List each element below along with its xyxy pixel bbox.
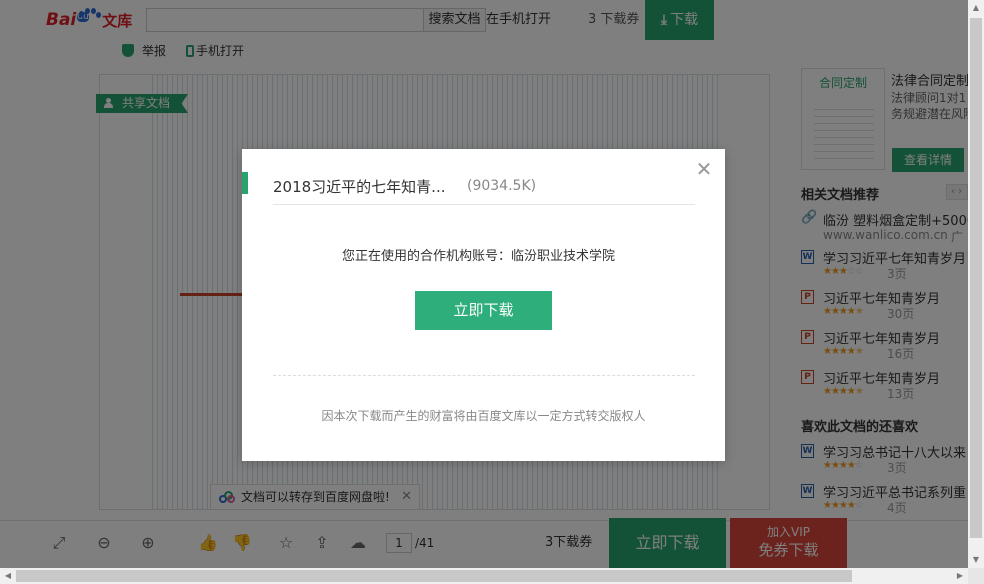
- horizontal-scroll-thumb[interactable]: [16, 570, 852, 582]
- vertical-scrollbar[interactable]: ▲ ▼: [968, 0, 984, 568]
- download-dialog: 2018习近平的七年知青... (9034.5K) ✕ 您正在使用的合作机构账号…: [242, 149, 725, 461]
- close-icon[interactable]: ✕: [694, 159, 714, 179]
- title-accent-bar: [242, 172, 248, 194]
- file-size: (9034.5K): [467, 178, 537, 194]
- vertical-scroll-thumb[interactable]: [970, 18, 982, 538]
- scrollbar-corner: [968, 568, 984, 584]
- dialog-title: 2018习近平的七年知青...: [273, 178, 446, 196]
- horizontal-scrollbar[interactable]: ◀ ▶: [0, 568, 968, 584]
- institution-account-text: 您正在使用的合作机构账号：临汾职业技术学院: [341, 249, 615, 264]
- scroll-right-icon[interactable]: ▶: [952, 568, 968, 584]
- modal-backdrop-bottom[interactable]: [0, 520, 968, 568]
- scroll-up-icon[interactable]: ▲: [968, 0, 984, 16]
- scroll-left-icon[interactable]: ◀: [0, 568, 16, 584]
- download-now-button[interactable]: 立即下载: [415, 291, 552, 330]
- scroll-down-icon[interactable]: ▼: [968, 552, 984, 568]
- divider: [273, 204, 695, 205]
- dashed-divider: [273, 375, 695, 376]
- copyright-note: 因本次下载而产生的财富将由百度文库以一定方式转交版权人: [321, 409, 646, 423]
